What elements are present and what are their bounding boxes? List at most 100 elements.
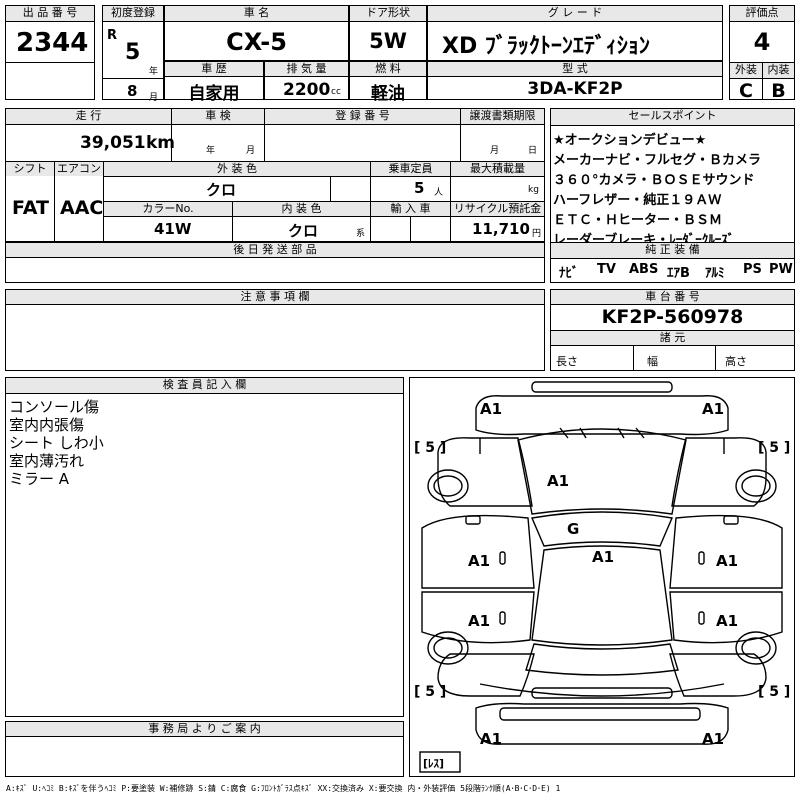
inspector-box: 検 査 員 記 入 欄 コンソール傷 室内内張傷 シート しわ小 室内薄汚れ ミ…	[5, 377, 404, 717]
inspection-label: 車 検	[172, 109, 264, 124]
equip-navi: ﾅﾋﾞ	[559, 266, 579, 281]
month: 8	[127, 82, 138, 100]
displacement-label: 排 気 量	[265, 62, 348, 77]
history-label: 車 歴	[165, 62, 263, 77]
width-label: 幅	[647, 355, 658, 368]
mark-windshield: G	[567, 520, 580, 538]
door-type: 5W	[369, 29, 407, 53]
displacement: 2200	[283, 80, 331, 100]
equip-pw: PW	[769, 262, 793, 277]
year: 5	[125, 40, 141, 65]
int-color-unit: 系	[356, 229, 366, 239]
recycle-label: リサイクル預託金	[451, 202, 544, 216]
car-name-label: 車 名	[165, 6, 348, 22]
grade: XD ﾌﾞﾗｯｸﾄｰﾝｴﾃﾞｨｼｮﾝ	[442, 34, 650, 59]
mark-door-rear-right: A1	[716, 612, 739, 630]
score-label: 評価点	[730, 6, 794, 22]
load-label: 最大積載量	[451, 162, 544, 176]
displacement-unit: cc	[331, 87, 341, 97]
color-no: 41W	[154, 220, 192, 238]
transfer-month-unit: 月	[490, 146, 500, 156]
model: 3DA-KF2P	[527, 79, 623, 99]
mark-hood: A1	[547, 472, 570, 490]
later-parts-box: 後 日 発 送 部 品	[5, 242, 545, 283]
car-name: CX-5	[226, 28, 287, 56]
score: 4	[753, 28, 771, 56]
model-label: 型 式	[428, 62, 722, 77]
recycle: 11,710	[472, 220, 530, 238]
mark-front-left: A1	[480, 400, 503, 418]
length-label: 長さ	[556, 355, 578, 368]
history-box: 車 歴 自家用	[164, 61, 264, 104]
mark-door-rear-left: A1	[468, 612, 491, 630]
mark-rear-left: A1	[480, 730, 503, 748]
inspector-label: 検 査 員 記 入 欄	[6, 378, 403, 393]
spec-label: 諸 元	[551, 331, 794, 345]
mileage: 39,051	[80, 133, 146, 153]
grade-label: グ レ ー ド	[428, 6, 722, 22]
fuel-label: 燃 料	[350, 62, 426, 77]
inspection-month-unit: 月	[246, 146, 256, 156]
mark-tire-rear-right: [ 5 ]	[758, 684, 791, 700]
interior-label: 内装	[763, 63, 794, 78]
car-name-box: 車 名 CX-5	[164, 5, 349, 61]
first-registration-label: 初度登録	[103, 6, 163, 22]
mark-door-front-right: A1	[716, 552, 739, 570]
info-grid: 走 行 車 検 登 録 番 号 譲渡書類期限 39,051 km 年 月 月 日…	[5, 108, 545, 242]
notes-label: 注 意 事 項 欄	[6, 290, 544, 304]
equip-ps: PS	[743, 262, 762, 277]
year-unit: 年	[149, 67, 159, 77]
damage-diagram-box: A1 A1 [ 5 ] [ 5 ] A1 G A1 A1 A1 A1 A1 [ …	[409, 377, 795, 777]
sales-line: ★オークションデビュー★	[553, 133, 707, 148]
color-no-label: カラーNo.	[104, 202, 232, 216]
sales-points-box: セールスポイント ★オークションデビュー★ メーカーナビ・フルセグ・Ｂカメラ ３…	[550, 108, 795, 283]
ac-label: エアコン	[55, 162, 103, 176]
notes-box: 注 意 事 項 欄	[5, 289, 545, 371]
equip-airbag: ｴｱB	[667, 266, 690, 281]
capacity: 5	[414, 179, 425, 197]
office-label: 事 務 局 よ り ご 案 内	[6, 722, 403, 736]
transfer-label: 譲渡書類期限	[461, 109, 544, 124]
ac: AAC	[60, 197, 104, 219]
mark-door-front-left: A1	[468, 552, 491, 570]
history: 自家用	[188, 84, 240, 104]
chassis-label: 車 台 番 号	[551, 290, 794, 304]
reg-no-label: 登 録 番 号	[265, 109, 460, 124]
height-label: 高さ	[725, 355, 747, 368]
interior-grade: B	[771, 80, 786, 102]
mark-front-right: A1	[702, 400, 725, 418]
door-label: ドア形状	[350, 6, 426, 22]
shift: FAT	[12, 197, 49, 219]
later-parts-label: 後 日 発 送 部 品	[6, 243, 544, 257]
exterior-label: 外装	[730, 63, 762, 78]
lot-number-box: 出 品 番 号 2344	[5, 5, 95, 100]
mark-rear-right: A1	[702, 730, 725, 748]
chassis-box: 車 台 番 号 KF2P-560978 諸 元 長さ 幅 高さ	[550, 289, 795, 371]
recycle-unit: 円	[532, 229, 542, 239]
equip-abs: ABS	[629, 262, 659, 277]
first-registration-box: 初度登録 R 5 年 8 月	[102, 5, 164, 103]
transfer-day-unit: 日	[528, 146, 538, 156]
capacity-label: 乗車定員	[371, 162, 450, 176]
lot-number-label: 出 品 番 号	[6, 6, 94, 22]
sales-line: ＥＴＣ・Ｈヒーター・ＢＳＭ	[553, 213, 723, 228]
displacement-box: 排 気 量 2200 cc	[264, 61, 349, 100]
door-box: ドア形状 5W	[349, 5, 427, 61]
sales-line: ハーフレザー・純正１９ＡＷ	[553, 193, 722, 208]
mark-roof: A1	[592, 548, 615, 566]
ext-color: クロ	[206, 181, 237, 199]
mileage-label: 走 行	[6, 109, 171, 124]
exterior-grade: C	[739, 80, 753, 102]
sales-line: メーカーナビ・フルセグ・Ｂカメラ	[553, 153, 762, 168]
ext-color-label: 外 装 色	[104, 162, 370, 176]
standard-equipment-label: 純 正 装 備	[551, 243, 794, 258]
int-color-label: 内 装 色	[233, 202, 370, 216]
mark-tire-front-right: [ 5 ]	[758, 440, 791, 456]
model-box: 型 式 3DA-KF2P	[427, 61, 723, 100]
fuel-box: 燃 料 軽油	[349, 61, 427, 104]
score-box: 評価点 4 外装 内装 C B	[729, 5, 795, 102]
mark-tire-rear-left: [ 5 ]	[414, 684, 447, 700]
fuel: 軽油	[371, 84, 405, 104]
capacity-unit: 人	[434, 188, 444, 198]
shift-label: シフト	[6, 162, 54, 176]
